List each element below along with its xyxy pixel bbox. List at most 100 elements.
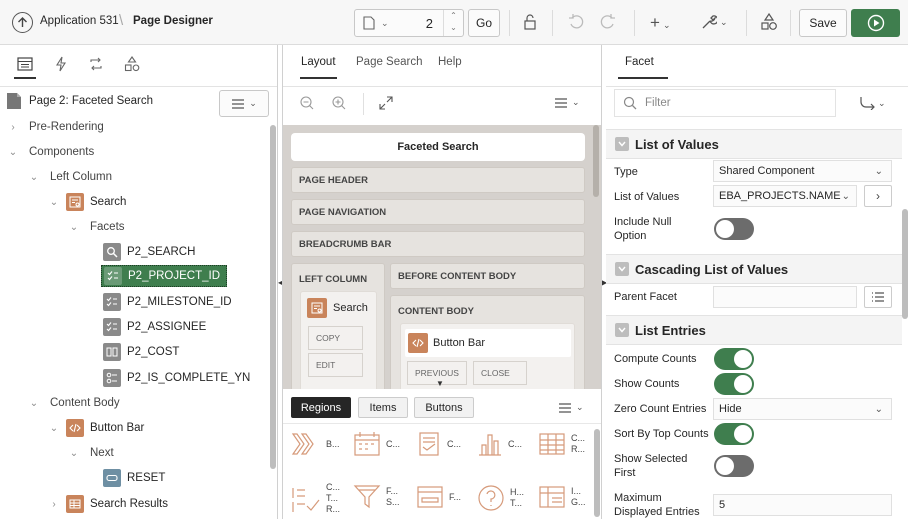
- page-number-input[interactable]: 2: [426, 16, 433, 31]
- zero-count-entries-select[interactable]: Hide ⌄: [713, 398, 892, 420]
- tree-scrollbar[interactable]: [270, 125, 276, 469]
- tree-node-search[interactable]: ⌄ Search: [48, 190, 126, 214]
- processing-loop-icon[interactable]: [88, 57, 104, 71]
- zero-count-entries-value: Hide: [719, 403, 742, 415]
- region-label: CONTENT BODY: [398, 306, 474, 317]
- copy-slot[interactable]: COPY: [308, 326, 363, 350]
- edit-slot[interactable]: EDIT: [308, 353, 363, 377]
- go-to-lov-button[interactable]: ›: [864, 185, 892, 207]
- gallery-tab-items[interactable]: Items: [358, 397, 408, 418]
- include-null-option-toggle[interactable]: [714, 218, 754, 240]
- gallery-item-help-text[interactable]: H... T...: [477, 484, 524, 512]
- canvas-scrollbar[interactable]: [593, 125, 599, 197]
- tree-node-label: P2_PROJECT_ID: [128, 270, 221, 282]
- tree-node-label: Button Bar: [90, 422, 145, 434]
- maximum-displayed-entries-input[interactable]: 5: [713, 494, 892, 516]
- show-selected-first-toggle[interactable]: [714, 455, 754, 477]
- dynamic-actions-lightning-icon[interactable]: [55, 56, 67, 72]
- tree-node-components[interactable]: ⌄ Components: [7, 140, 94, 164]
- tree-node-p2-search[interactable]: P2_SEARCH: [103, 240, 195, 264]
- gallery-item-faceted-search[interactable]: F... S...: [353, 484, 400, 510]
- page-name-header[interactable]: Faceted Search: [291, 133, 585, 161]
- gallery-item-chart[interactable]: C...: [477, 431, 522, 457]
- page-stepper[interactable]: ⌃ ⌄: [443, 10, 463, 36]
- rendering-tab-icon[interactable]: [17, 57, 33, 71]
- lock-icon[interactable]: [522, 14, 538, 30]
- zoom-in-icon[interactable]: [331, 95, 347, 111]
- gallery-item-cards[interactable]: C...: [416, 431, 461, 457]
- section-title: List Entries: [635, 322, 706, 338]
- zoom-out-icon[interactable]: [299, 95, 315, 111]
- help-region-icon: [478, 485, 504, 511]
- compute-counts-toggle[interactable]: [714, 348, 754, 370]
- parent-facet-list-button[interactable]: [864, 286, 892, 308]
- tree-node-button-bar[interactable]: ⌄ Button Bar: [48, 416, 144, 440]
- type-select[interactable]: Shared Component ⌄: [713, 160, 892, 182]
- utilities-wrench-icon[interactable]: ⌄: [701, 14, 728, 30]
- tree-node-pre-rendering[interactable]: › Pre-Rendering: [7, 115, 103, 139]
- tree-node-p2-project-id-selected[interactable]: P2_PROJECT_ID: [101, 265, 228, 287]
- section-list-of-values[interactable]: List of Values: [606, 129, 902, 159]
- shared-components-tab-icon[interactable]: [124, 56, 140, 72]
- tree-node-p2-cost[interactable]: P2_COST: [103, 340, 179, 364]
- tree-node-p2-assignee[interactable]: P2_ASSIGNEE: [103, 315, 206, 339]
- filter-placeholder: Filter: [645, 97, 671, 109]
- tree-node-facets[interactable]: ⌄ Facets: [68, 215, 125, 239]
- save-button[interactable]: Save: [799, 9, 847, 37]
- tree-node-search-results[interactable]: › Search Results: [48, 492, 168, 516]
- gallery-item-calendar[interactable]: C...: [353, 431, 400, 457]
- show-counts-toggle[interactable]: [714, 373, 754, 395]
- list-of-values-select[interactable]: EBA_PROJECTS.NAME ⌄: [713, 185, 857, 207]
- gallery-item-form[interactable]: F...: [416, 484, 461, 510]
- tab-facet[interactable]: Facet: [625, 56, 654, 68]
- tree-node-next[interactable]: ⌄ Next: [68, 441, 114, 465]
- tab-layout[interactable]: Layout: [301, 56, 336, 68]
- go-button[interactable]: Go: [468, 9, 500, 37]
- splitter-down-arrow-icon[interactable]: ▼: [436, 379, 444, 388]
- gallery-tab-regions[interactable]: Regions: [291, 397, 351, 418]
- app-home-icon[interactable]: [12, 12, 33, 33]
- section-list-entries[interactable]: List Entries: [606, 315, 902, 345]
- redo-icon[interactable]: [600, 14, 616, 30]
- gallery-tab-buttons[interactable]: Buttons: [414, 397, 474, 418]
- maximum-displayed-entries-value: 5: [719, 499, 726, 511]
- gallery-scrollbar[interactable]: [594, 429, 600, 517]
- tree-node-left-column[interactable]: ⌄ Left Column: [28, 165, 112, 189]
- shared-components-icon[interactable]: [760, 13, 778, 31]
- maximum-displayed-entries-label: Maximum Displayed Entries: [614, 492, 700, 518]
- app-breadcrumb-link[interactable]: Application 531: [40, 15, 119, 27]
- close-slot[interactable]: CLOSE: [473, 361, 527, 385]
- tree-node-content-body[interactable]: ⌄ Content Body: [28, 391, 120, 415]
- tree-node-label: P2_ASSIGNEE: [127, 321, 207, 333]
- tab-help[interactable]: Help: [438, 56, 462, 68]
- chevron-down-icon: ⌄: [576, 402, 584, 412]
- parent-facet-input[interactable]: [713, 286, 857, 308]
- section-cascading-lov[interactable]: Cascading List of Values: [606, 254, 902, 284]
- tree-node-p2-milestone-id[interactable]: P2_MILESTONE_ID: [103, 290, 232, 314]
- region-before-content-body[interactable]: BEFORE CONTENT BODY: [390, 263, 585, 289]
- gallery-item-breadcrumb[interactable]: B...: [291, 431, 340, 457]
- gallery-menu-button[interactable]: ⌄: [558, 402, 584, 413]
- go-to-group-button[interactable]: ⌄: [860, 96, 886, 110]
- sort-by-top-counts-toggle[interactable]: [714, 423, 754, 445]
- run-page-button[interactable]: [851, 9, 900, 37]
- create-menu-plus-icon[interactable]: + ⌄: [650, 13, 670, 33]
- region-page-navigation[interactable]: PAGE NAVIGATION: [291, 199, 585, 225]
- tree-node-reset[interactable]: RESET: [103, 466, 165, 490]
- search-icon: [623, 96, 637, 110]
- filter-input[interactable]: Filter: [614, 89, 836, 117]
- layout-menu-button[interactable]: ⌄: [554, 97, 580, 108]
- region-page-header[interactable]: PAGE HEADER: [291, 167, 585, 193]
- chevron-down-icon: ⌄: [841, 190, 850, 202]
- gallery-item-interactive-grid[interactable]: I... G...: [538, 484, 586, 510]
- gallery-item-classic-report[interactable]: C... R...: [538, 431, 585, 457]
- page-selector[interactable]: ⌄ 2 ⌃ ⌄: [354, 9, 464, 37]
- undo-icon[interactable]: [568, 14, 584, 30]
- tree-menu-button[interactable]: ⌄: [219, 90, 269, 117]
- gallery-item-content-row[interactable]: C... T... R...: [291, 482, 340, 515]
- tab-page-search[interactable]: Page Search: [356, 56, 423, 68]
- tree-node-p2-is-complete-yn[interactable]: P2_IS_COMPLETE_YN: [103, 366, 250, 390]
- properties-scrollbar[interactable]: [902, 209, 908, 319]
- expand-icon[interactable]: [379, 96, 393, 110]
- region-breadcrumb-bar[interactable]: BREADCRUMB BAR: [291, 231, 585, 257]
